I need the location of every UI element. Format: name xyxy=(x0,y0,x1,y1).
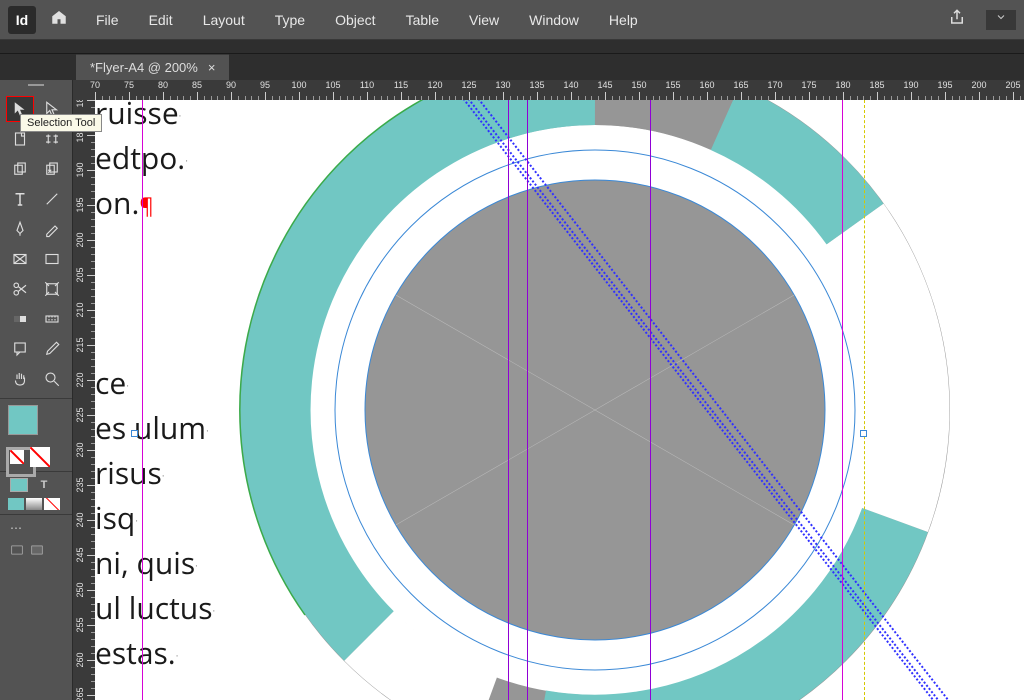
type-tool[interactable] xyxy=(6,186,34,212)
line-tool[interactable] xyxy=(38,186,66,212)
apply-color-icon[interactable] xyxy=(8,498,24,510)
share-icon[interactable] xyxy=(936,4,978,35)
column-guide[interactable] xyxy=(508,100,509,700)
text-line: ni, quis xyxy=(95,542,195,583)
margin-guide[interactable] xyxy=(142,100,143,700)
rectangle-tool[interactable] xyxy=(38,246,66,272)
text-line: isq xyxy=(95,497,135,538)
pencil-tool[interactable] xyxy=(38,216,66,242)
eyedropper-tool[interactable] xyxy=(38,336,66,362)
menu-file[interactable]: File xyxy=(82,8,133,32)
normal-view-icon[interactable] xyxy=(10,543,24,560)
canvas[interactable]: ruisse· edtpo.· on.¶ ce· es ulum· risus·… xyxy=(95,100,1024,700)
formatting-container-icon[interactable] xyxy=(10,478,28,492)
text-line: es ulum xyxy=(95,407,206,448)
gradient-feather-tool[interactable] xyxy=(38,306,66,332)
menu-bar: Id File Edit Layout Type Object Table Vi… xyxy=(0,0,1024,40)
text-line: estas. xyxy=(95,632,176,673)
fill-stroke-control[interactable] xyxy=(0,401,72,445)
panel-grip[interactable] xyxy=(0,82,72,92)
tab-title: *Flyer-A4 @ 200% xyxy=(90,60,198,75)
view-options-icon[interactable]: ⋯ xyxy=(10,521,22,535)
bleed-guide xyxy=(864,100,865,700)
tooltip: Selection Tool xyxy=(20,114,102,132)
fill-swatch[interactable] xyxy=(8,405,38,435)
swap-fill-stroke-icon[interactable] xyxy=(30,447,50,467)
right-controls xyxy=(936,4,1016,35)
text-line: ruisse xyxy=(95,100,179,133)
content-placer-tool[interactable] xyxy=(38,156,66,182)
note-tool[interactable] xyxy=(6,336,34,362)
preview-mode-icon[interactable] xyxy=(30,543,44,560)
workspace-switcher[interactable] xyxy=(986,10,1016,30)
rectangle-frame-tool[interactable] xyxy=(6,246,34,272)
tool-panel: T ⋯ xyxy=(0,80,73,700)
scissors-tool[interactable] xyxy=(6,276,34,302)
menu-items: File Edit Layout Type Object Table View … xyxy=(82,8,936,32)
default-fill-stroke-icon[interactable] xyxy=(10,450,24,464)
selection-handle-left[interactable] xyxy=(131,430,138,437)
menu-help[interactable]: Help xyxy=(595,8,652,32)
content-collector-tool[interactable] xyxy=(6,156,34,182)
formatting-text-icon[interactable]: T xyxy=(36,479,52,491)
tab-close-icon[interactable]: × xyxy=(208,60,216,75)
pen-tool[interactable] xyxy=(6,216,34,242)
text-line: risus xyxy=(95,452,162,493)
menu-window[interactable]: Window xyxy=(515,8,593,32)
free-transform-tool[interactable] xyxy=(38,276,66,302)
document-tab[interactable]: *Flyer-A4 @ 200% × xyxy=(76,54,229,80)
menu-object[interactable]: Object xyxy=(321,8,389,32)
menu-edit[interactable]: Edit xyxy=(135,8,187,32)
zoom-tool[interactable] xyxy=(38,366,66,392)
workspace: T ⋯ Selection Tool 707580859095100105110… xyxy=(0,80,1024,700)
text-line: ul luctus xyxy=(95,587,213,628)
text-line: on. xyxy=(95,182,139,223)
selection-handle-right[interactable] xyxy=(860,430,867,437)
pie-chart-artwork[interactable] xyxy=(225,100,965,700)
menu-view[interactable]: View xyxy=(455,8,513,32)
column-guide[interactable] xyxy=(650,100,651,700)
control-bar xyxy=(0,40,1024,54)
gradient-swatch-tool[interactable] xyxy=(6,306,34,332)
home-icon[interactable] xyxy=(50,8,68,31)
column-guide[interactable] xyxy=(527,100,528,700)
text-line: ce xyxy=(95,362,126,403)
apply-gradient-icon[interactable] xyxy=(26,498,42,510)
vertical-ruler[interactable]: 1801851901952002052102152202252302352402… xyxy=(73,100,95,700)
menu-type[interactable]: Type xyxy=(261,8,319,32)
hand-tool[interactable] xyxy=(6,366,34,392)
menu-table[interactable]: Table xyxy=(392,8,453,32)
app-icon-indesign: Id xyxy=(8,6,36,34)
horizontal-ruler[interactable]: 7075808590951001051101151201251301351401… xyxy=(73,80,1024,100)
body-text-frame[interactable]: ruisse· edtpo.· on.¶ ce· es ulum· risus·… xyxy=(95,100,215,675)
menu-layout[interactable]: Layout xyxy=(189,8,259,32)
apply-color-row xyxy=(0,496,72,512)
text-line: edtpo. xyxy=(95,137,185,178)
margin-guide[interactable] xyxy=(842,100,843,700)
apply-none-icon[interactable] xyxy=(44,498,60,510)
tab-area: *Flyer-A4 @ 200% × xyxy=(0,54,1024,80)
